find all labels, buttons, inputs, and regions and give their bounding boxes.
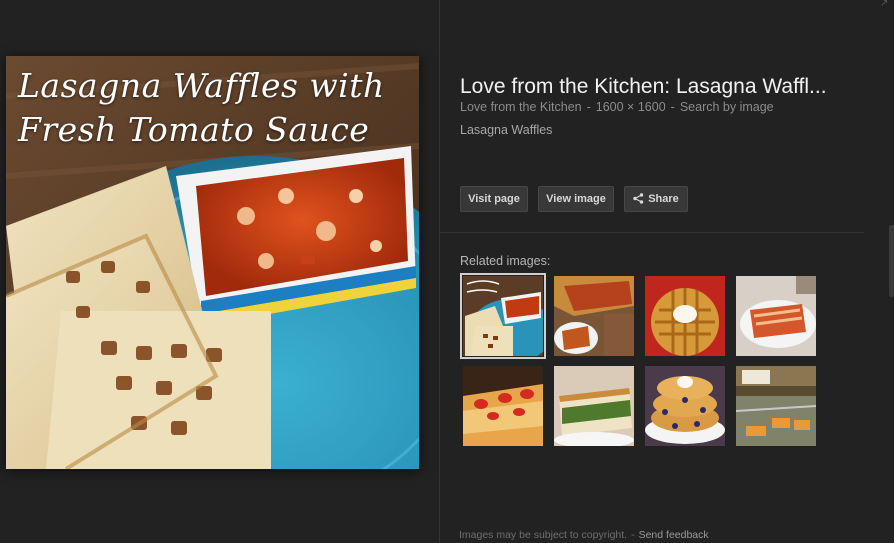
thumb-image — [645, 366, 725, 446]
related-images-label: Related images: — [460, 254, 551, 268]
image-title[interactable]: Love from the Kitchen: Lasagna Waffl... — [460, 75, 860, 99]
share-icon — [633, 192, 644, 204]
thumb-image — [554, 366, 634, 446]
related-thumb-waffle-cream[interactable] — [645, 276, 725, 356]
visit-page-button[interactable]: Visit page — [460, 186, 528, 212]
thumb-image — [463, 276, 543, 356]
image-subtitle: Lasagna Waffles — [460, 123, 553, 137]
close-icon[interactable]: ↗ — [880, 0, 890, 9]
copyright-notice: Images may be subject to copyright. — [459, 529, 628, 541]
meta-separator: - — [586, 100, 591, 114]
related-thumb-lasagna-waffles[interactable] — [460, 273, 546, 359]
thumb-image — [554, 276, 634, 356]
view-image-button[interactable]: View image — [538, 186, 614, 212]
footer-separator: - — [631, 529, 635, 541]
related-thumb-strawberry-cake[interactable] — [463, 366, 543, 446]
send-feedback-link[interactable]: Send feedback — [639, 529, 709, 541]
related-thumb-blueberry-waffles[interactable] — [645, 366, 725, 446]
share-button-label: Share — [648, 193, 679, 205]
source-link[interactable]: Love from the Kitchen — [460, 100, 582, 114]
related-thumb-lasagna-slice[interactable] — [554, 276, 634, 356]
image-dimensions: 1600 × 1600 — [595, 100, 666, 114]
overlay-line-2: Fresh Tomato Sauce — [18, 110, 370, 149]
preview-overlay-title: Lasagna Waffles with Fresh Tomato Sauce — [18, 64, 385, 152]
thumb-image — [645, 276, 725, 356]
thumb-image — [736, 276, 816, 356]
meta-separator: - — [670, 100, 675, 114]
overlay-line-1: Lasagna Waffles with — [18, 66, 385, 105]
thumb-image — [463, 366, 543, 446]
share-button[interactable]: Share — [624, 186, 688, 212]
thumb-image — [736, 366, 816, 446]
scrollbar[interactable] — [889, 225, 894, 297]
main-preview-image[interactable]: Lasagna Waffles with Fresh Tomato Sauce — [6, 56, 419, 469]
related-thumb-spinach-casserole[interactable] — [554, 366, 634, 446]
section-divider — [440, 232, 864, 233]
related-thumb-bakery-counter[interactable] — [736, 366, 816, 446]
search-by-image-link[interactable]: Search by image — [680, 100, 774, 114]
panel-divider — [439, 0, 440, 543]
image-meta: Love from the Kitchen -1600 × 1600- Search… — [460, 100, 774, 114]
footer: Images may be subject to copyright. - Send… — [459, 529, 709, 541]
related-thumb-lasagna-plate[interactable] — [736, 276, 816, 356]
